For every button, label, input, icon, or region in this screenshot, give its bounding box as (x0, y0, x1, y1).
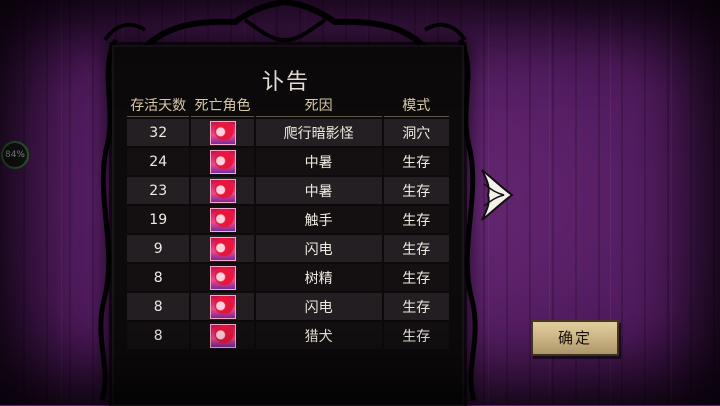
days-cell: 32 (127, 119, 190, 146)
header-mode: 模式 (383, 94, 449, 117)
mode-cell: 生存 (383, 322, 449, 349)
header-days: 存活天数 (127, 94, 190, 117)
cause-cell: 闪电 (255, 293, 382, 320)
mode-cell: 生存 (383, 235, 449, 262)
header-cause: 死因 (255, 94, 382, 117)
confirm-button[interactable]: 确定 (531, 320, 619, 356)
table-row: 32 爬行暗影怪 洞穴 (127, 119, 449, 146)
table-row: 23 中暑 生存 (127, 177, 449, 204)
cause-cell: 触手 (255, 206, 382, 233)
mode-cell: 生存 (383, 264, 449, 291)
character-portrait-icon (209, 323, 236, 348)
header-character: 死亡角色 (191, 94, 254, 117)
cause-cell: 猎犬 (255, 322, 382, 349)
character-portrait-icon (209, 149, 236, 174)
days-cell: 23 (127, 177, 190, 204)
mode-cell: 生存 (383, 148, 449, 175)
mode-cell: 生存 (383, 206, 449, 233)
obituary-table: 存活天数 死亡角色 死因 模式 32 爬行暗影怪 洞穴 24 中暑 生存 23 … (125, 92, 451, 351)
days-cell: 8 (127, 322, 190, 349)
cause-cell: 爬行暗影怪 (255, 119, 382, 146)
days-cell: 8 (127, 264, 190, 291)
days-cell: 8 (127, 293, 190, 320)
table-row: 24 中暑 生存 (127, 148, 449, 175)
table-row: 8 闪电 生存 (127, 293, 449, 320)
table-row: 9 闪电 生存 (127, 235, 449, 262)
mode-cell: 生存 (383, 177, 449, 204)
character-portrait-icon (209, 178, 236, 203)
cause-cell: 中暑 (255, 177, 382, 204)
cause-cell: 中暑 (255, 148, 382, 175)
mode-cell: 生存 (383, 293, 449, 320)
character-portrait-icon (209, 265, 236, 290)
mode-cell: 洞穴 (383, 119, 449, 146)
character-portrait-icon (209, 207, 236, 232)
table-row: 19 触手 生存 (127, 206, 449, 233)
table-row: 8 树精 生存 (127, 264, 449, 291)
cause-cell: 树精 (255, 264, 382, 291)
character-portrait-icon (209, 294, 236, 319)
character-portrait-icon (209, 236, 236, 261)
cause-cell: 闪电 (255, 235, 382, 262)
character-portrait-icon (209, 120, 236, 145)
table-row: 8 猎犬 生存 (127, 322, 449, 349)
days-cell: 19 (127, 206, 190, 233)
next-arrow-icon[interactable] (478, 160, 516, 230)
days-cell: 9 (127, 235, 190, 262)
days-cell: 24 (127, 148, 190, 175)
percent-indicator: 84% (1, 141, 29, 169)
